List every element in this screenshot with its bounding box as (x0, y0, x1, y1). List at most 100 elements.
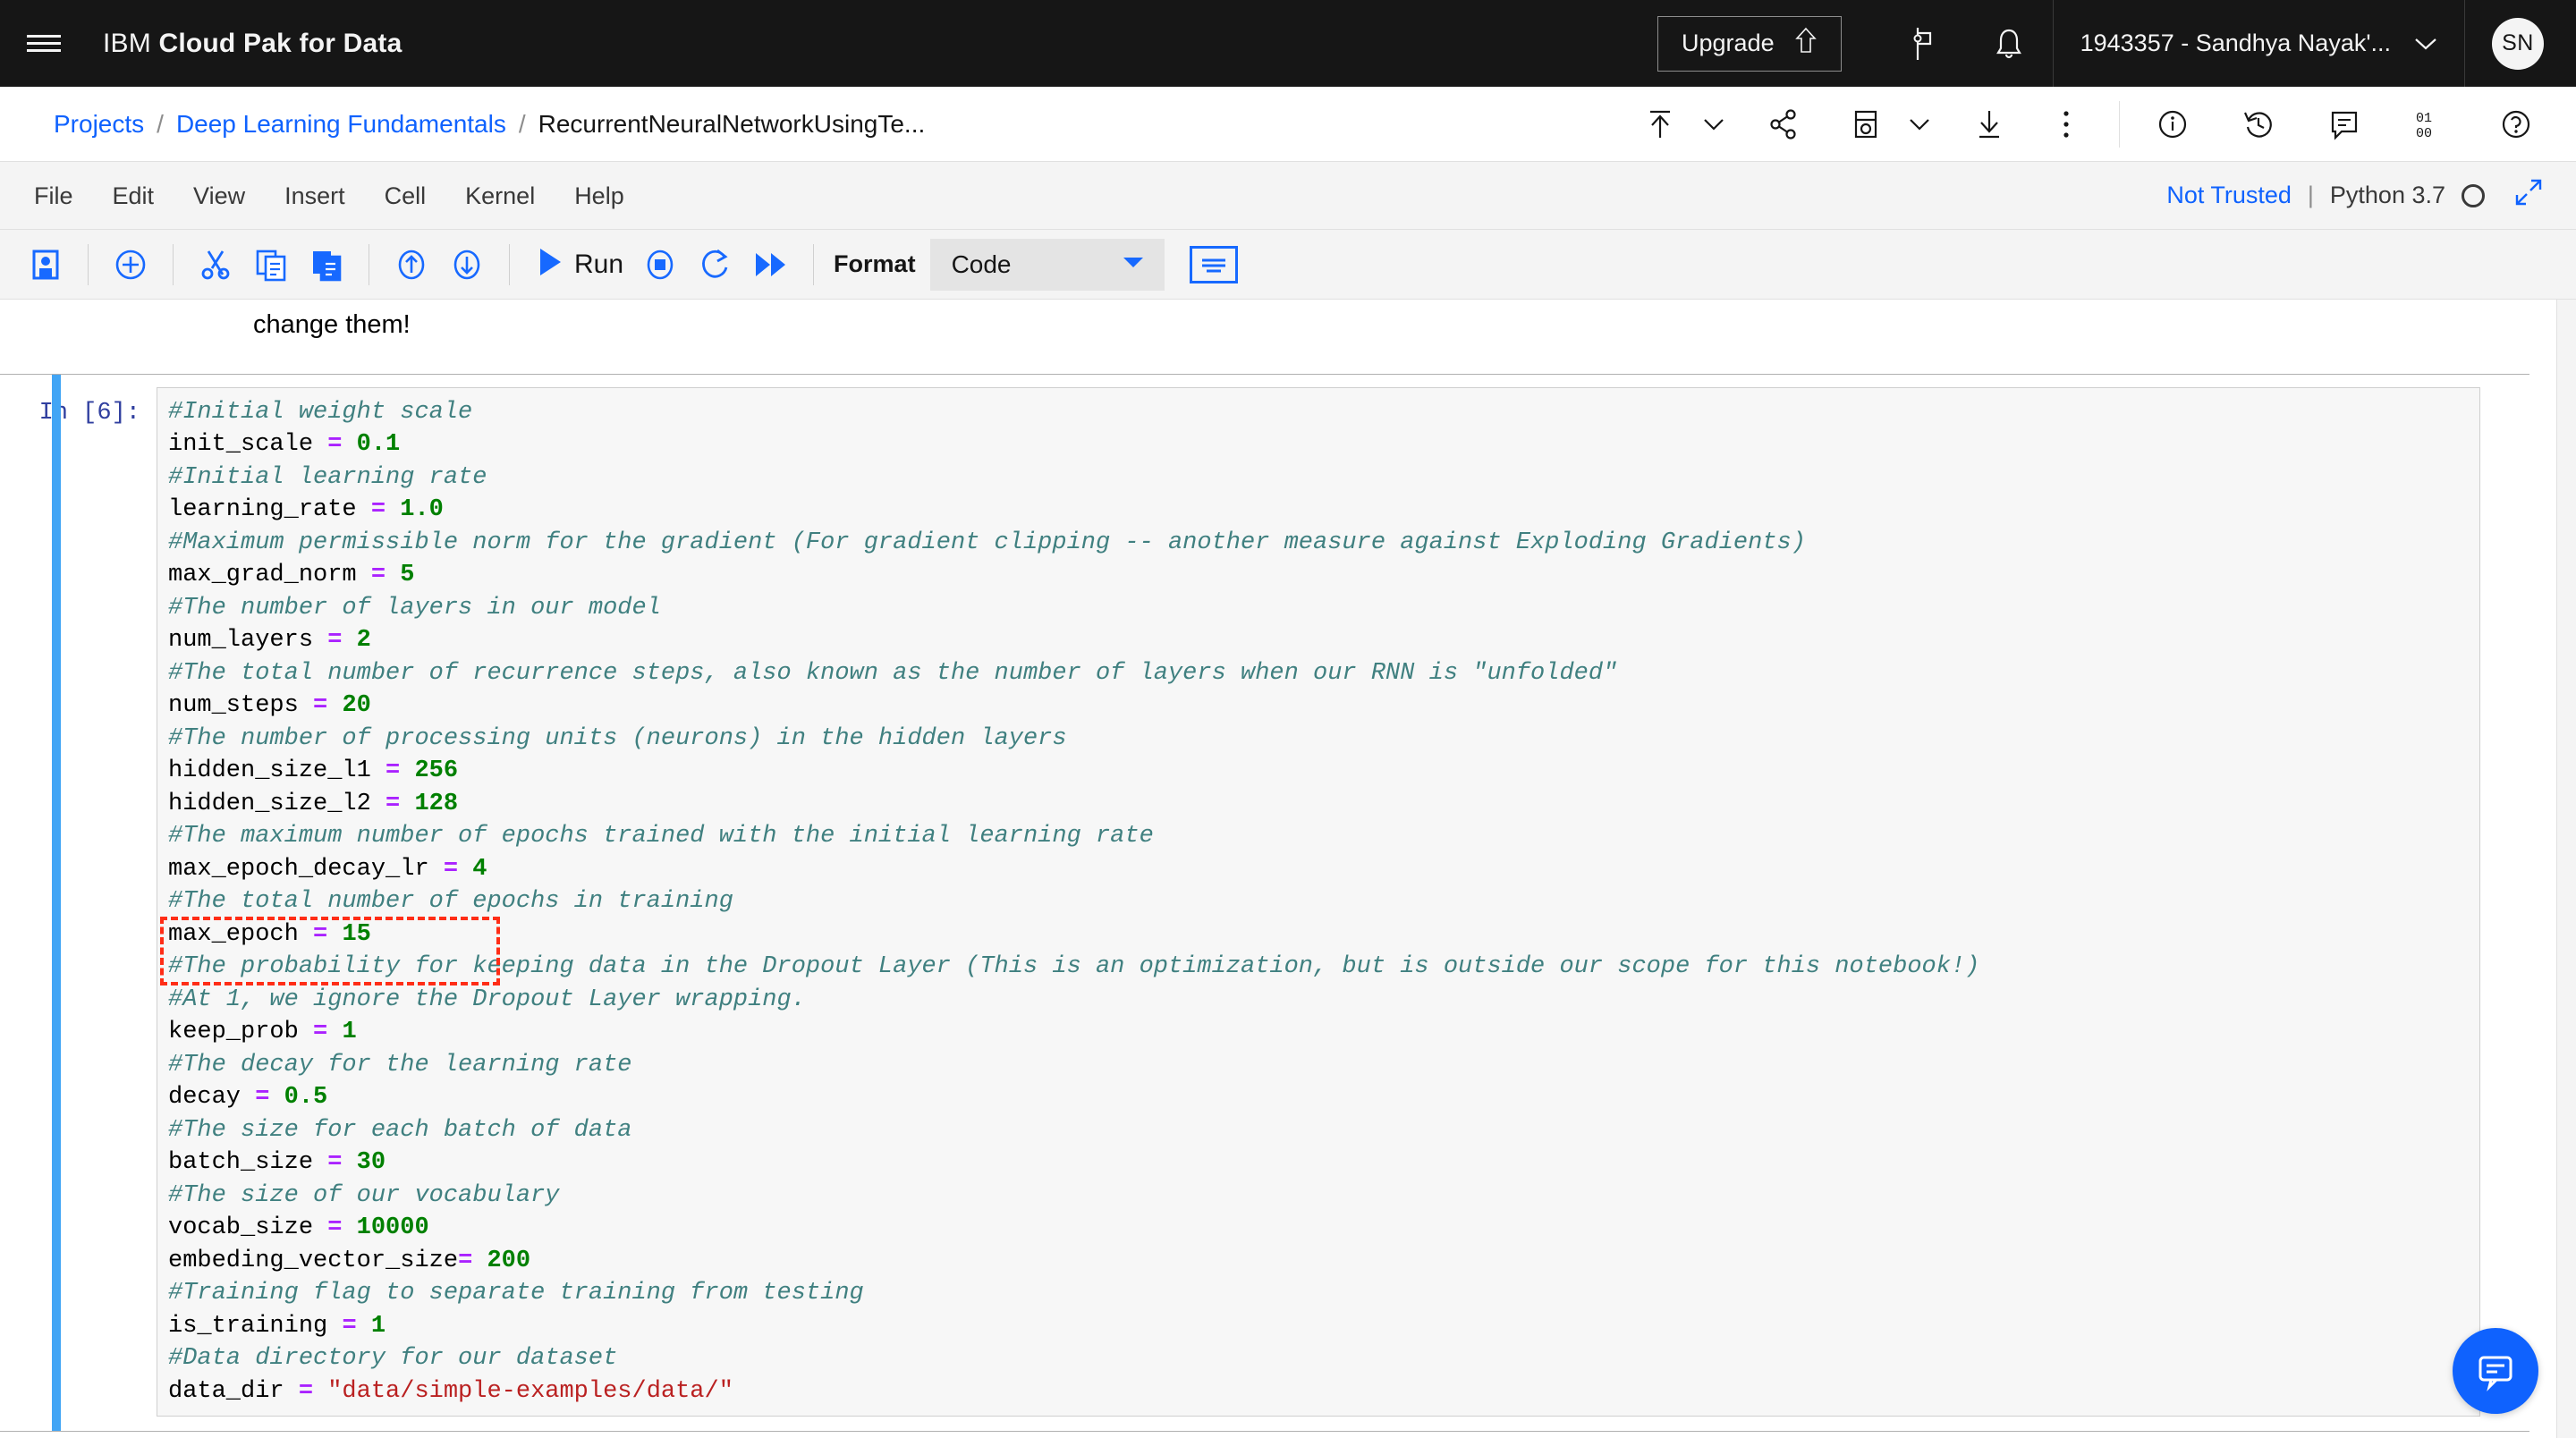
avatar[interactable]: SN (2492, 17, 2544, 70)
code-line: #The size for each batch of data (168, 1114, 2479, 1147)
paste-cell-button[interactable] (299, 230, 354, 300)
code-token: = (327, 1149, 343, 1177)
svg-text:00: 00 (2416, 126, 2432, 140)
bell-icon[interactable] (1966, 0, 2053, 87)
help-icon[interactable] (2483, 87, 2549, 162)
code-token: 0.1 (356, 431, 401, 459)
breadcrumb-item-project[interactable]: Deep Learning Fundamentals (176, 110, 506, 139)
notebook-toolbar: Run Format Code (0, 230, 2576, 300)
code-editor[interactable]: #Initial weight scale init_scale = 0.1 #In… (157, 386, 2480, 1417)
menu-edit[interactable]: Edit (93, 162, 174, 230)
chevron-down-icon (2414, 30, 2437, 57)
code-token: #Initial learning rate (168, 463, 487, 491)
collaborators-icon[interactable]: 01 00 (2397, 87, 2463, 162)
code-token: 256 (414, 757, 459, 785)
vertical-scrollbar[interactable] (2556, 300, 2576, 1438)
notebook-canvas[interactable]: change them! In [6]: #Initial weight sca… (0, 300, 2576, 1438)
code-token: 0.5 (284, 1084, 328, 1112)
cut-cell-button[interactable] (188, 230, 243, 300)
format-value: Code (951, 250, 1012, 278)
global-header: IBM Cloud Pak for Data Upgrade 1943357 -… (0, 0, 2576, 87)
code-token: max_epoch_decay_lr (168, 855, 444, 883)
code-token: 1 (370, 1312, 386, 1340)
notebook-menubar: File Edit View Insert Cell Kernel Help N… (0, 162, 2576, 230)
code-token: #The size for each batch of data (168, 1116, 632, 1144)
fast-forward-icon[interactable] (743, 230, 799, 300)
keyboard-shortcuts-icon[interactable] (1189, 245, 1238, 283)
code-line: #The number of processing units (neurons… (168, 723, 2479, 756)
code-line: vocab_size = 10000 (168, 1212, 2479, 1245)
version-history-icon[interactable] (2225, 87, 2292, 162)
code-token: 128 (414, 790, 459, 817)
breadcrumb-separator-2: / (518, 109, 526, 138)
code-cell[interactable]: In [6]: #Initial weight scale init_scale … (0, 373, 2529, 1433)
run-button[interactable]: Run (524, 246, 632, 283)
code-token: init_scale (168, 431, 328, 459)
trust-status[interactable]: Not Trusted (2166, 182, 2292, 209)
chat-bubble-icon[interactable] (2453, 1328, 2538, 1414)
toolbar-sep-1 (88, 243, 89, 285)
menu-kernel[interactable]: Kernel (445, 162, 555, 230)
code-token: #The decay for the learning rate (168, 1051, 632, 1078)
move-cell-down-button[interactable] (439, 230, 495, 300)
comments-icon[interactable] (2311, 87, 2377, 162)
upgrade-button[interactable]: Upgrade (1657, 15, 1842, 72)
code-line: #Data directory for our dataset (168, 1342, 2479, 1375)
code-line: batch_size = 30 (168, 1146, 2479, 1180)
code-line: #Initial learning rate (168, 461, 2479, 495)
code-token: #Training flag to separate training from… (168, 1280, 864, 1307)
breadcrumb-item-projects[interactable]: Projects (54, 110, 144, 139)
upload-chevron-down-icon[interactable] (1693, 87, 1734, 162)
move-cell-up-button[interactable] (384, 230, 439, 300)
cell-selection-bar (52, 374, 61, 1432)
menu-file[interactable]: File (14, 162, 93, 230)
upload-to-project-icon[interactable] (1627, 87, 1693, 162)
menu-help[interactable]: Help (555, 162, 644, 230)
code-token: embeding_vector_size (168, 1247, 459, 1274)
toolbar-sep-4 (509, 243, 510, 285)
code-token: = (313, 692, 328, 720)
menu-insert[interactable]: Insert (265, 162, 365, 230)
code-token: "data/simple-examples/data/" (327, 1377, 733, 1405)
code-token: = (327, 1214, 343, 1242)
account-switcher[interactable]: 1943357 - Sandhya Nayak'... (2054, 0, 2464, 87)
code-line: data_dir = "data/simple-examples/data/" (168, 1375, 2479, 1408)
code-token: 5 (400, 562, 415, 589)
code-line: keep_prob = 1 (168, 1016, 2479, 1049)
information-icon[interactable] (2140, 87, 2206, 162)
code-token: vocab_size (168, 1214, 328, 1242)
save-version-icon[interactable] (1833, 87, 1899, 162)
stop-square-icon[interactable] (632, 230, 688, 300)
menu-view[interactable]: View (174, 162, 265, 230)
save-checkpoint-button[interactable] (18, 230, 73, 300)
code-token: #The probability for keeping data in the… (168, 953, 1980, 981)
insert-cell-below-button[interactable] (103, 230, 158, 300)
expand-arrows-icon[interactable] (2513, 177, 2544, 214)
code-token: hidden_size_l1 (168, 757, 386, 785)
overflow-menu-icon[interactable] (2033, 87, 2099, 162)
menu-cell[interactable]: Cell (365, 162, 446, 230)
restart-kernel-icon[interactable] (688, 230, 743, 300)
code-line: #The probability for keeping data in the… (168, 951, 2479, 984)
kernel-status-area: Not Trusted | Python 3.7 (2166, 177, 2544, 214)
markdown-above-cell: change them! (253, 310, 411, 339)
copy-cell-button[interactable] (243, 230, 299, 300)
toolbar-divider (2119, 100, 2120, 148)
format-select[interactable]: Code (929, 238, 1165, 291)
save-version-chevron-down-icon[interactable] (1899, 87, 1940, 162)
upgrade-label: Upgrade (1682, 30, 1775, 56)
code-token: = (255, 1084, 270, 1112)
code-line: max_epoch_decay_lr = 4 (168, 853, 2479, 886)
services-branch-icon[interactable] (1879, 0, 1966, 87)
share-icon[interactable] (1750, 87, 1817, 162)
hamburger-menu-icon[interactable] (0, 0, 87, 87)
download-icon[interactable] (1956, 87, 2022, 162)
code-token: 4 (472, 855, 487, 883)
code-token: = (298, 1377, 314, 1405)
